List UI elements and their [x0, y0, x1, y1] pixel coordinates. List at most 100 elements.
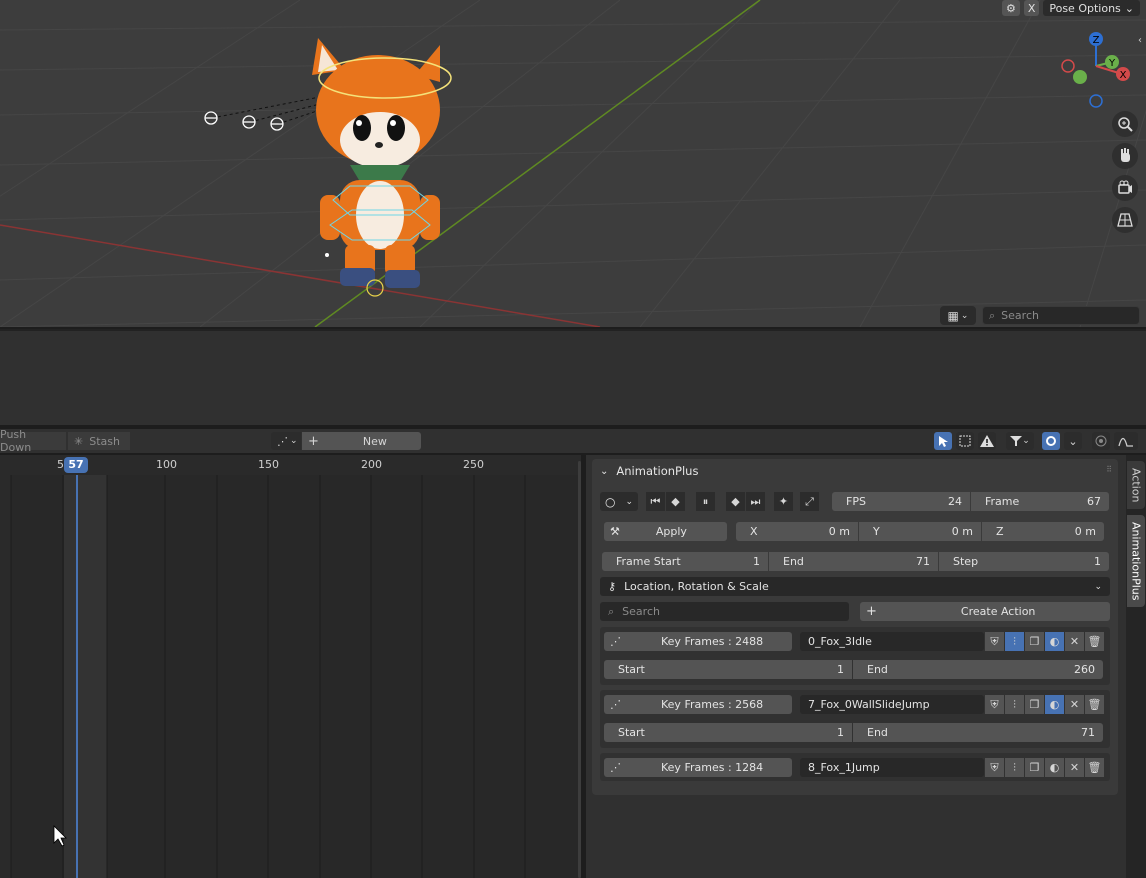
falloff-curve-icon[interactable]: [1114, 432, 1138, 450]
camera-view-icon[interactable]: [1112, 175, 1138, 201]
close-icon[interactable]: ✕: [1065, 632, 1084, 651]
perspective-grid-icon[interactable]: [1112, 207, 1138, 233]
current-frame-badge[interactable]: 57: [64, 457, 88, 473]
action-search-input[interactable]: ⌕ Search: [600, 602, 849, 621]
pause-icon[interactable]: ⏸: [696, 492, 715, 511]
duplicate-icon[interactable]: ❐: [1025, 632, 1044, 651]
action-end-field[interactable]: End 260: [853, 660, 1103, 679]
warning-icon[interactable]: [978, 432, 996, 450]
action-name-field[interactable]: 0_Fox_3Idle: [800, 632, 984, 651]
step-field[interactable]: Step 1: [939, 552, 1109, 571]
pose-armature-icon[interactable]: ✦: [774, 492, 793, 511]
push-down-button[interactable]: Push Down: [0, 428, 66, 454]
next-keyframe-icon[interactable]: ◆: [726, 492, 745, 511]
action-icon: ⋰: [277, 434, 288, 448]
z-offset-field[interactable]: Z 0 m: [982, 522, 1104, 541]
empty-editor-area: [0, 329, 1146, 425]
keying-set-dropdown[interactable]: ⚷ Location, Rotation & Scale ⌄: [600, 577, 1110, 596]
keyframes-button[interactable]: ⋰ Key Frames : 2488: [604, 632, 792, 651]
end-value: 260: [1074, 663, 1095, 676]
x-mirror-button[interactable]: X: [1023, 0, 1040, 16]
record-dropdown[interactable]: ○ ⌄: [600, 492, 638, 511]
frame-start-field[interactable]: Frame Start 1: [602, 552, 768, 571]
x-offset-field[interactable]: X 0 m: [736, 522, 858, 541]
apply-button[interactable]: ⚒ Apply: [604, 522, 727, 541]
scale-transform-icon[interactable]: ⤢: [800, 492, 819, 511]
trash-icon[interactable]: 🗑: [1085, 695, 1104, 714]
play-action-icon[interactable]: ◐: [1045, 695, 1064, 714]
3d-viewport[interactable]: ⚙ X Pose Options ⌄ Z Y X ‹ ▦ ⌄ ⌕ Search: [0, 0, 1146, 327]
action-name: 0_Fox_3Idle: [808, 635, 872, 648]
editor-type-button[interactable]: ▦ ⌄: [940, 306, 976, 325]
action-start-field[interactable]: Start 1: [604, 723, 852, 742]
trash-icon[interactable]: 🗑: [1085, 632, 1104, 651]
viewport-search-input[interactable]: ⌕ Search: [982, 306, 1140, 325]
y-offset-field[interactable]: Y 0 m: [859, 522, 981, 541]
proportional-edit-icon[interactable]: [1092, 432, 1110, 450]
tab-animationplus[interactable]: AnimationPlus: [1127, 515, 1145, 607]
tab-action[interactable]: Action: [1127, 461, 1145, 509]
pose-mirror-toggle[interactable]: ⚙: [1001, 0, 1020, 16]
sidebar-expand-icon[interactable]: ‹: [1138, 35, 1146, 49]
new-action-button[interactable]: + New: [302, 432, 421, 450]
select-cursor-icon[interactable]: [934, 432, 952, 450]
panel-header[interactable]: ⌄ AnimationPlus: [600, 463, 698, 479]
vertical-scrollbar[interactable]: [578, 461, 581, 878]
play-action-icon[interactable]: ◐: [1045, 632, 1064, 651]
keying-set-label: Location, Rotation & Scale: [624, 580, 769, 593]
fake-user-shield-icon[interactable]: ⛨: [985, 695, 1004, 714]
stash-button[interactable]: ✳ Stash: [68, 432, 130, 450]
push-down-label: Push Down: [0, 428, 32, 454]
fake-user-shield-icon[interactable]: ⛨: [985, 632, 1004, 651]
search-placeholder: Search: [1001, 309, 1039, 322]
keyframes-button[interactable]: ⋰ Key Frames : 2568: [604, 695, 792, 714]
jump-end-icon[interactable]: ⏭: [746, 492, 765, 511]
duplicate-icon[interactable]: ❐: [1025, 758, 1044, 777]
duplicate-icon[interactable]: ❐: [1025, 695, 1044, 714]
action-name: 8_Fox_1Jump: [808, 761, 880, 774]
pose-options-label: Pose Options: [1049, 1, 1121, 15]
chevron-down-icon: ⌄: [960, 310, 969, 321]
frame-field[interactable]: Frame 67: [971, 492, 1109, 511]
prev-keyframe-icon[interactable]: ◆: [666, 492, 685, 511]
frame-end-value: 71: [916, 555, 930, 568]
frame-ruler[interactable]: 5 100 150 200 250 57: [0, 455, 581, 475]
frame-end-field[interactable]: End 71: [769, 552, 938, 571]
auto-keying-icon[interactable]: [1042, 432, 1060, 450]
chevron-down-icon: ⌄: [625, 496, 633, 507]
filter-dropdown[interactable]: ⌄: [1006, 432, 1034, 450]
action-name-field[interactable]: 7_Fox_0WallSlideJump: [800, 695, 984, 714]
action-start-field[interactable]: Start 1: [604, 660, 852, 679]
action-end-field[interactable]: End 71: [853, 723, 1103, 742]
nla-strip-icon[interactable]: ⫶: [1005, 632, 1024, 651]
end-label: End: [867, 726, 888, 739]
keyframes-button[interactable]: ⋰ Key Frames : 1284: [604, 758, 792, 777]
fps-field[interactable]: FPS 24: [832, 492, 970, 511]
hand-pan-icon[interactable]: [1112, 143, 1138, 169]
box-select-icon[interactable]: [956, 432, 974, 450]
nla-strip-icon[interactable]: ⫶: [1005, 695, 1024, 714]
chevron-down-icon: ⌄: [290, 436, 298, 446]
y-value: 0 m: [951, 525, 973, 538]
apply-label: Apply: [655, 525, 687, 538]
drag-handle-icon[interactable]: ⠿: [1106, 465, 1112, 474]
start-value: 1: [837, 663, 844, 676]
fake-user-shield-icon[interactable]: ⛨: [985, 758, 1004, 777]
navigation-gizmo[interactable]: Z Y X: [1056, 28, 1136, 110]
pose-options-dropdown[interactable]: Pose Options ⌄: [1043, 0, 1140, 16]
action-browse-button[interactable]: ⋰ ⌄: [271, 432, 301, 450]
create-action-button[interactable]: + Create Action: [860, 602, 1110, 621]
play-action-icon[interactable]: ◐: [1045, 758, 1064, 777]
action-name: 7_Fox_0WallSlideJump: [808, 698, 930, 711]
mirror-icon: ⚙: [1005, 1, 1016, 15]
dopesheet-timeline[interactable]: 5 100 150 200 250 57: [0, 455, 581, 878]
jump-start-icon[interactable]: ⏮: [646, 492, 665, 511]
nla-strip-icon[interactable]: ⫶: [1005, 758, 1024, 777]
action-name-field[interactable]: 8_Fox_1Jump: [800, 758, 984, 777]
close-icon[interactable]: ✕: [1065, 695, 1084, 714]
trash-icon[interactable]: 🗑: [1085, 758, 1104, 777]
close-icon[interactable]: ✕: [1065, 758, 1084, 777]
zoom-icon[interactable]: [1112, 111, 1138, 137]
chevron-down-icon[interactable]: ⌄: [1064, 432, 1082, 450]
frame-value: 67: [1087, 495, 1101, 508]
